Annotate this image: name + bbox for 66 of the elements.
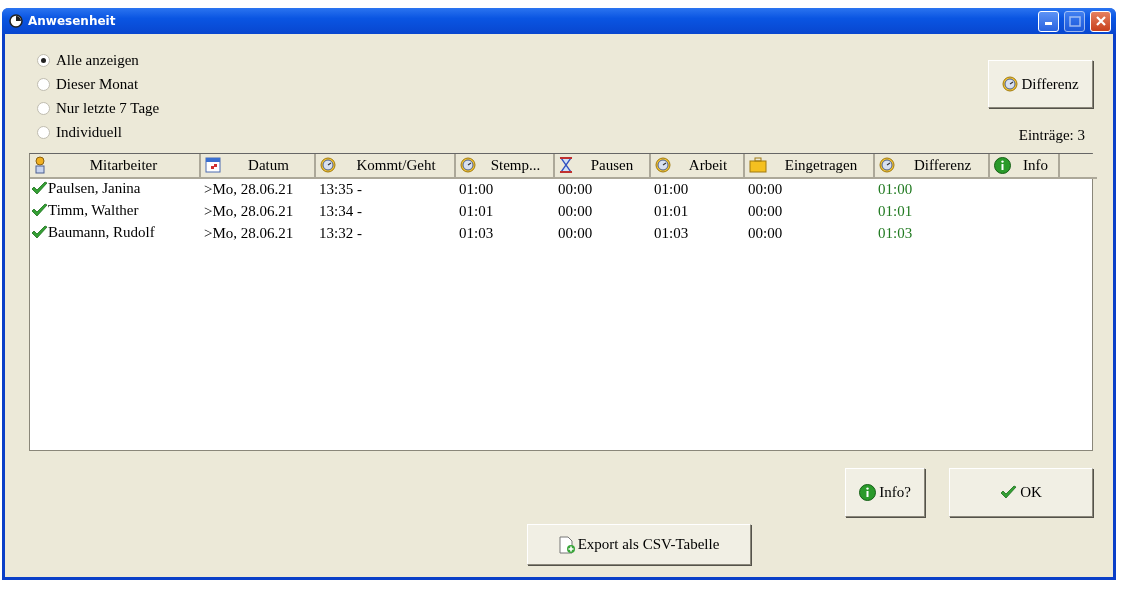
table-cell: 01:00 [654,181,689,197]
table-cell: 13:35 - [319,181,362,197]
table-cell: 01:00 [878,181,913,197]
column-header[interactable]: Pausen [554,154,650,178]
table-cell: >Mo, 28.06.21 [204,203,294,219]
close-icon [1094,15,1107,27]
table-cell: 01:03 [878,225,913,241]
difference-button[interactable]: Differenz [988,60,1093,108]
hourglass-icon [559,157,573,174]
table-cell: 00:00 [558,225,593,241]
radio-button[interactable] [37,77,50,91]
maximize-button[interactable] [1064,10,1085,32]
radio-label[interactable]: Alle anzeigen [56,48,139,72]
table-cell: 00:00 [558,181,593,197]
table-cell: Paulsen, Janina [48,178,141,198]
info-button[interactable]: Info? [845,468,925,517]
table-cell: Baumann, Rudolf [48,222,155,242]
table-cell: 01:01 [654,203,689,219]
column-header[interactable]: Differenz [874,154,989,178]
clock-icon [460,157,476,174]
table-cell: 01:03 [654,225,689,241]
radio-label[interactable]: Individuell [56,120,122,144]
table-cell: 01:00 [459,181,494,197]
clock-icon [879,157,895,174]
table-cell: 00:00 [748,203,783,219]
table-cell: 13:32 - [319,225,362,241]
calendar-icon [205,157,221,174]
column-header[interactable]: Kommt/Geht [315,154,455,178]
table-cell: >Mo, 28.06.21 [204,181,294,197]
close-button[interactable] [1090,10,1111,32]
table-cell: Timm, Walther [48,200,139,220]
person-icon [34,156,46,175]
radio-button[interactable] [37,125,50,139]
check-icon [1000,485,1018,500]
maximize-icon [1068,15,1081,27]
radio-button[interactable] [37,53,50,67]
clock-icon [9,14,23,28]
clock-icon [655,157,671,174]
clock-icon [320,157,336,174]
briefcase-icon [749,157,767,174]
table-cell: 01:01 [459,203,494,219]
clock-icon [1002,76,1019,92]
radio-label[interactable]: Nur letzte 7 Tage [56,96,160,120]
table-cell: 00:00 [558,203,593,219]
info-icon [859,484,877,501]
info-icon [994,156,1011,174]
radio-button[interactable] [37,101,50,115]
table-cell: >Mo, 28.06.21 [204,225,294,241]
radio-label[interactable]: Dieser Monat [56,72,139,96]
column-header[interactable]: Info [989,154,1059,178]
column-header[interactable]: Stemp... [455,154,554,178]
minimize-button[interactable] [1038,10,1059,32]
table-cell: 01:01 [878,203,913,219]
table-cell: 13:34 - [319,203,362,219]
column-header[interactable]: Eingetragen [744,154,874,178]
document-add-icon [558,535,575,554]
table-cell: 00:00 [748,225,783,241]
column-header[interactable]: Datum [200,154,315,178]
entry-count: Einträge: 3 [1018,126,1085,145]
export-button[interactable]: Export als CSV-Tabelle [527,524,751,565]
column-header[interactable]: Mitarbeiter [30,154,200,178]
table-cell: 01:03 [459,225,494,241]
ok-button[interactable]: OK [949,468,1093,517]
column-header[interactable]: Arbeit [650,154,744,178]
table-cell: 00:00 [748,181,783,197]
window-title: Anwesenheit [28,13,116,30]
